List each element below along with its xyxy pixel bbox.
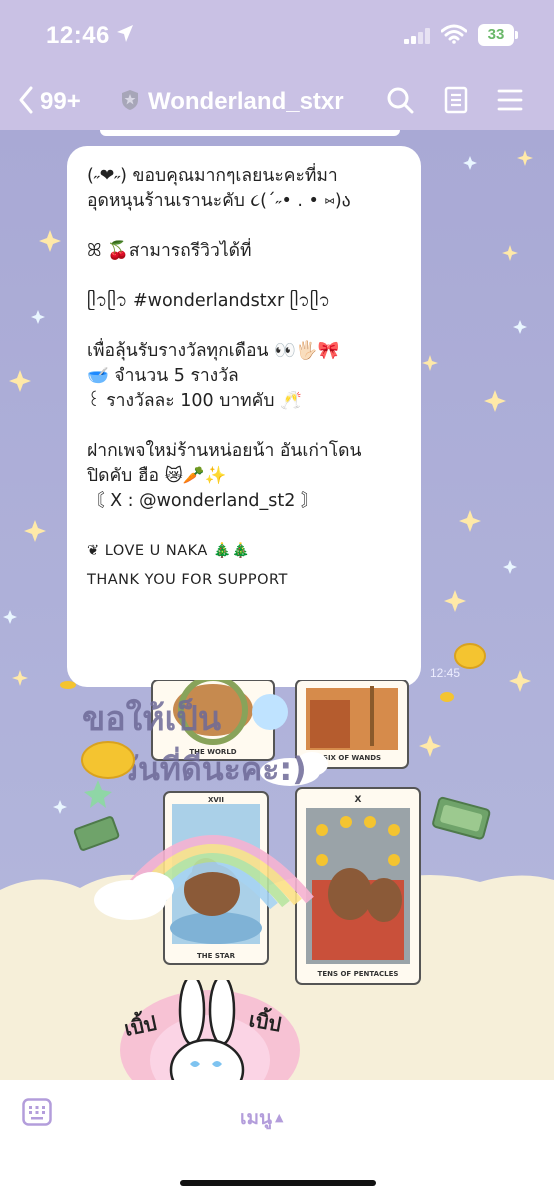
tarot-card-numeral: XVII [208,796,224,804]
sticker-greeting: วันที่ดีนะคะ:) [120,746,307,788]
bunny-sticker[interactable]: เบิ้ป เบิ้ป [110,980,310,1080]
search-icon [386,86,414,118]
message-line: อุดหนุนร้านเรานะคับ ૮(´˶• . • ⑅)ა [87,191,351,211]
message-line: ฝากเพจใหม่ร้านหน่อยน้า อันเก่าโดน [87,441,362,461]
chat-title: Wonderland_stxr [148,88,344,115]
battery-indicator: 33 [478,24,518,46]
search-button[interactable] [382,84,418,120]
menu-label: เมนู [240,1107,273,1129]
chat-area[interactable]: (˶❤︎˶) ขอบคุณมากๆเลยนะคะที่มา อุดหนุนร้า… [0,130,554,1080]
notes-button[interactable] [438,84,474,120]
unread-count: 99+ [40,88,81,115]
shield-icon [120,89,140,115]
chat-header: 99+ Wonderland_stxr [0,74,554,130]
tarot-card: X TENS OF PENTACLES [295,787,421,985]
message-line: (˶❤︎˶) ขอบคุณมากๆเลยนะคะที่มา [87,166,338,186]
rich-menu-toggle[interactable]: เมนู ▲ [240,1104,283,1132]
keyboard-button[interactable] [22,1098,52,1130]
bunny-text-right: เบิ้ป [247,1004,283,1036]
chevron-left-icon [18,86,34,118]
tarot-card-numeral: X [355,795,362,805]
tarot-card-label: TENS OF PENTACLES [318,970,399,978]
tarot-card-label: SIX OF WANDS [323,754,381,762]
tarot-card-label: THE STAR [197,952,236,960]
previous-message-edge [100,130,400,136]
location-arrow-icon [116,24,134,48]
message-line: ปิดคับ ฮือ 😿🥕✨ [87,466,227,486]
menu-button[interactable] [492,84,528,120]
message-bubble[interactable]: (˶❤︎˶) ขอบคุณมากๆเลยนะคะที่มา อุดหนุนร้า… [67,146,421,687]
status-bar: 12:46 33 [0,0,554,74]
status-time: 12:46 [46,22,110,49]
wifi-icon [440,24,468,48]
cellular-signal-icon [404,28,432,48]
message-line: ꒰ รางวัลละ 100 บาทคับ 🥂 [87,391,302,411]
message-timestamp: 12:45 [430,666,461,680]
message-line: ꕤ 🍒สามารถรีวิวได้ที่ [87,241,252,261]
keyboard-icon [22,1098,52,1130]
hamburger-icon [497,88,523,116]
back-button[interactable]: 99+ [18,84,81,120]
message-line: ❦ LOVE U NAKA 🎄🎄 [87,543,251,559]
notes-icon [444,86,468,118]
message-line: ᥫ᭡ᥫ᭡ #wonderlandstxr ᥫ᭡ᥫ᭡ [87,291,331,311]
home-indicator [180,1180,376,1186]
caret-up-icon: ▲ [275,1111,284,1124]
chat-title-area[interactable]: Wonderland_stxr [120,84,344,120]
sticker-greeting: ขอให้เป็น [82,697,221,739]
message-line: เพื่อลุ้นรับรางวัลทุกเดือน 👀🖐🏻🎀 [87,341,340,361]
message-line: 🥣 จำนวน 5 รางวัล [87,366,239,386]
bottom-bar: เมนู ▲ [0,1080,554,1200]
message-line: 〘 X : @wonderland_st2 〙 [87,491,319,511]
message-line: THANK YOU FOR SUPPORT [87,572,288,588]
coin-icon [454,643,486,669]
